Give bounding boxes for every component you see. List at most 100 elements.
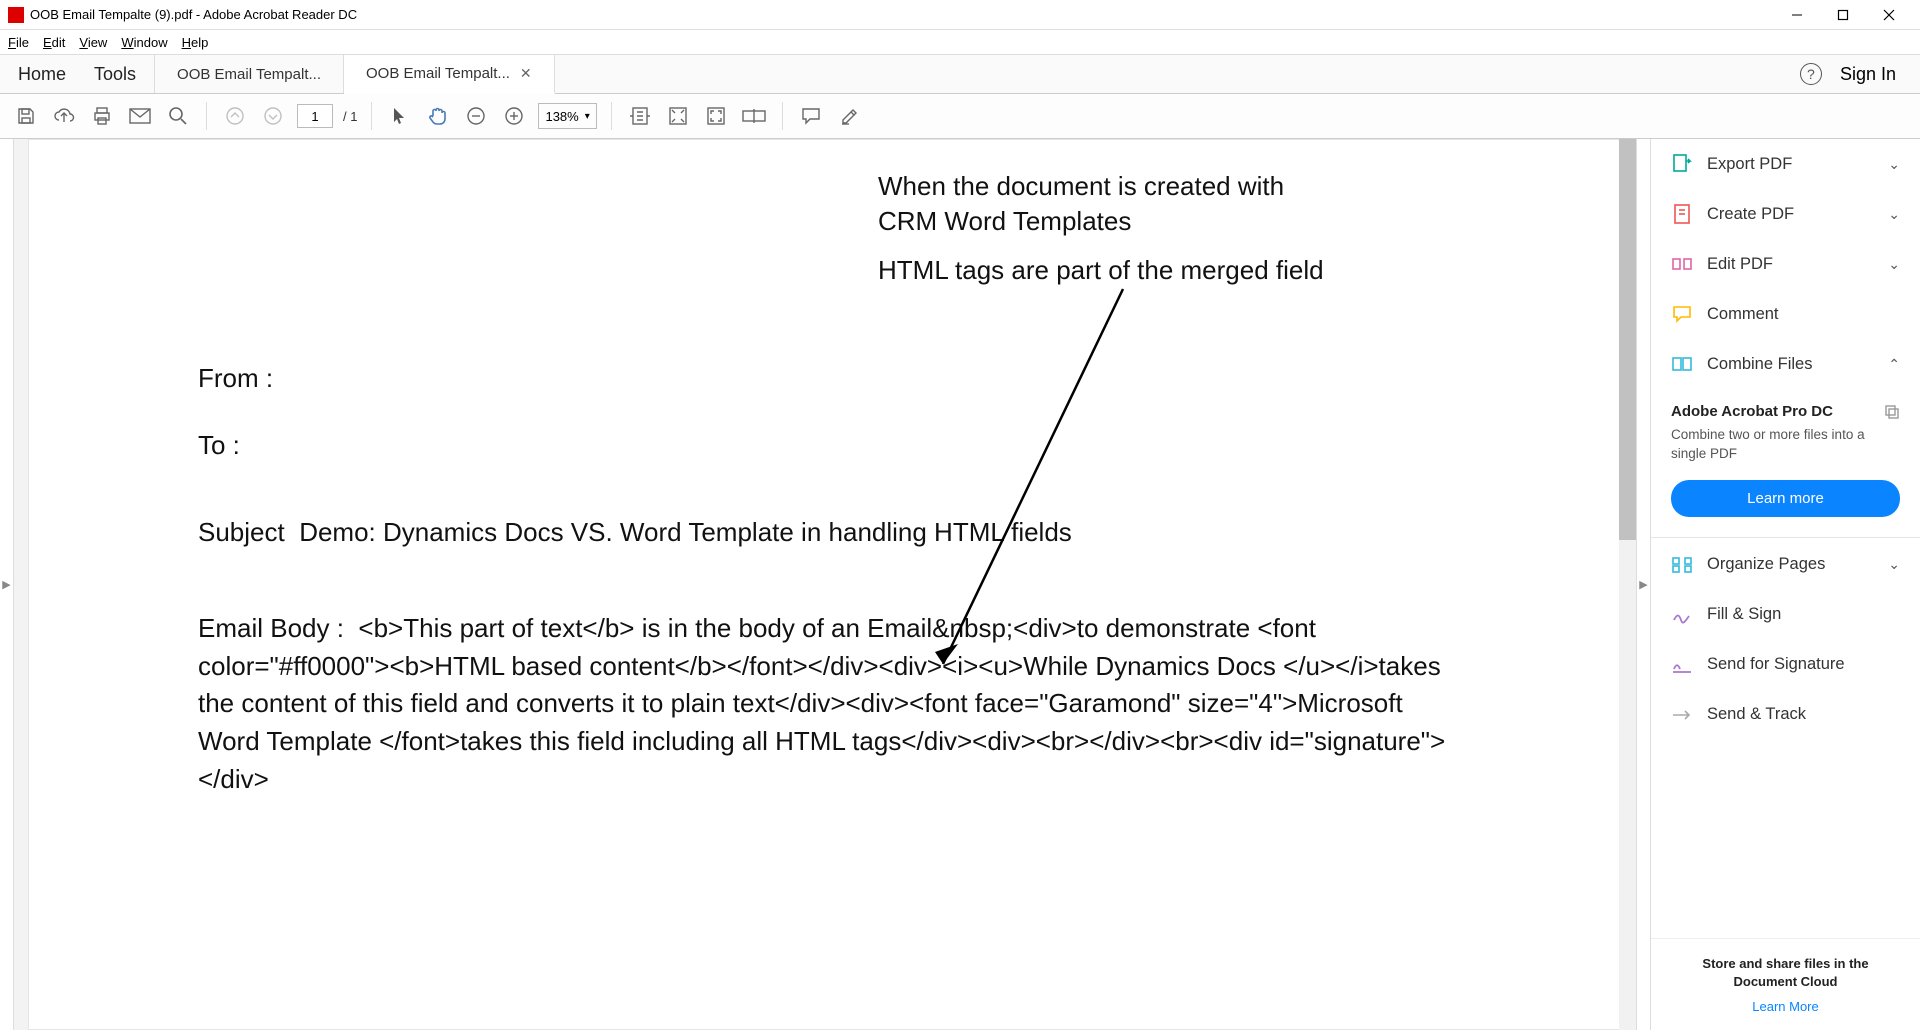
nav-row: Home Tools OOB Email Tempalt... OOB Emai… xyxy=(0,54,1920,94)
main-area: ▶ When the document is created with CRM … xyxy=(0,139,1920,1030)
sign-in-link[interactable]: Sign In xyxy=(1840,64,1896,85)
minimize-button[interactable] xyxy=(1774,0,1820,30)
menu-window[interactable]: Window xyxy=(121,35,167,50)
help-icon[interactable]: ? xyxy=(1800,63,1822,85)
tool-label: Comment xyxy=(1707,305,1779,324)
window-titlebar: OOB Email Tempalte (9).pdf - Adobe Acrob… xyxy=(0,0,1920,30)
zoom-value: 138% xyxy=(545,109,578,124)
page-number-input[interactable] xyxy=(297,104,333,128)
body-label: Email Body : xyxy=(198,613,344,643)
fit-width-icon[interactable] xyxy=(626,102,654,130)
learn-more-button[interactable]: Learn more xyxy=(1671,480,1900,517)
promo-title-row: Adobe Acrobat Pro DC xyxy=(1671,403,1900,420)
send-signature-icon xyxy=(1671,654,1693,676)
document-page: When the document is created with CRM Wo… xyxy=(28,139,1622,1030)
window-title: OOB Email Tempalte (9).pdf - Adobe Acrob… xyxy=(30,7,1774,22)
document-viewport[interactable]: When the document is created with CRM Wo… xyxy=(14,139,1636,1030)
page-down-icon[interactable] xyxy=(259,102,287,130)
zoom-select[interactable]: 138% ▾ xyxy=(538,103,596,129)
email-icon[interactable] xyxy=(126,102,154,130)
nav-right: ? Sign In xyxy=(1776,55,1920,93)
chevron-up-icon: ⌃ xyxy=(1888,356,1900,373)
toolbar-separator xyxy=(371,102,372,130)
tool-edit-pdf[interactable]: Edit PDF ⌄ xyxy=(1651,239,1920,289)
read-mode-icon[interactable] xyxy=(740,102,768,130)
tool-label: Send for Signature xyxy=(1707,655,1845,674)
toolbar-separator xyxy=(611,102,612,130)
cloud-upload-icon[interactable] xyxy=(50,102,78,130)
menu-help[interactable]: Help xyxy=(182,35,209,50)
zoom-out-icon[interactable] xyxy=(462,102,490,130)
nav-fixed: Home Tools xyxy=(0,55,155,93)
tab-close-icon[interactable]: ✕ xyxy=(520,65,532,82)
right-panel-handle[interactable]: ▶ xyxy=(1636,139,1650,1030)
tool-label: Fill & Sign xyxy=(1707,605,1781,624)
document-tab-1[interactable]: OOB Email Tempalt... xyxy=(155,55,344,93)
tool-send-signature[interactable]: Send for Signature xyxy=(1651,640,1920,690)
annotation-line2: CRM Word Templates xyxy=(878,204,1324,239)
fill-sign-icon xyxy=(1671,604,1693,626)
nav-tools[interactable]: Tools xyxy=(94,64,136,85)
tool-organize-pages[interactable]: Organize Pages ⌄ xyxy=(1651,540,1920,590)
annotation-block: When the document is created with CRM Wo… xyxy=(878,169,1324,288)
tab-label: OOB Email Tempalt... xyxy=(177,66,321,83)
tool-label: Edit PDF xyxy=(1707,255,1773,274)
window-controls xyxy=(1774,0,1912,30)
fullscreen-icon[interactable] xyxy=(702,102,730,130)
close-button[interactable] xyxy=(1866,0,1912,30)
tools-panel: Export PDF ⌄ Create PDF ⌄ Edit PDF ⌄ Com… xyxy=(1650,139,1920,1030)
page-total-label: / 1 xyxy=(343,109,357,124)
tool-combine-files[interactable]: Combine Files ⌃ xyxy=(1651,339,1920,389)
app-icon xyxy=(8,7,24,23)
tool-export-pdf[interactable]: Export PDF ⌄ xyxy=(1651,139,1920,189)
print-icon[interactable] xyxy=(88,102,116,130)
tool-label: Export PDF xyxy=(1707,155,1792,174)
menu-file[interactable]: File xyxy=(8,35,29,50)
tool-comment[interactable]: Comment xyxy=(1651,289,1920,339)
nav-home[interactable]: Home xyxy=(18,64,66,85)
document-tab-2[interactable]: OOB Email Tempalt... ✕ xyxy=(344,55,555,94)
footer-learn-more-link[interactable]: Learn More xyxy=(1671,999,1900,1014)
tool-label: Combine Files xyxy=(1707,355,1812,374)
footer-text: Store and share files in the Document Cl… xyxy=(1671,955,1900,991)
toolbar-separator xyxy=(206,102,207,130)
fit-page-icon[interactable] xyxy=(664,102,692,130)
page-up-icon[interactable] xyxy=(221,102,249,130)
chevron-down-icon: ⌄ xyxy=(1888,556,1900,573)
panel-separator xyxy=(1651,537,1920,538)
annotation-arrow xyxy=(923,284,1143,684)
search-icon[interactable] xyxy=(164,102,192,130)
chevron-down-icon: ⌄ xyxy=(1888,206,1900,223)
combine-files-icon xyxy=(1671,353,1693,375)
zoom-in-icon[interactable] xyxy=(500,102,528,130)
chevron-down-icon: ▾ xyxy=(585,111,590,122)
maximize-button[interactable] xyxy=(1820,0,1866,30)
tool-label: Send & Track xyxy=(1707,705,1806,724)
tool-label: Create PDF xyxy=(1707,205,1794,224)
subject-label: Subject xyxy=(198,517,285,547)
save-icon[interactable] xyxy=(12,102,40,130)
left-panel-handle[interactable]: ▶ xyxy=(0,139,14,1030)
comment-icon xyxy=(1671,303,1693,325)
menu-edit[interactable]: Edit xyxy=(43,35,65,50)
toolbar-separator xyxy=(782,102,783,130)
tool-create-pdf[interactable]: Create PDF ⌄ xyxy=(1651,189,1920,239)
annotation-line1: When the document is created with xyxy=(878,169,1324,204)
vertical-scrollbar[interactable] xyxy=(1619,139,1636,1030)
tool-fill-sign[interactable]: Fill & Sign xyxy=(1651,590,1920,640)
tool-send-track[interactable]: Send & Track xyxy=(1651,690,1920,740)
scrollbar-thumb[interactable] xyxy=(1619,139,1636,540)
from-field: From : xyxy=(198,359,1452,398)
tool-label: Organize Pages xyxy=(1707,555,1825,574)
menu-view[interactable]: View xyxy=(79,35,107,50)
body-text: <b>This part of text</b> is in the body … xyxy=(198,613,1445,794)
create-pdf-icon xyxy=(1671,203,1693,225)
comment-speech-icon[interactable] xyxy=(797,102,825,130)
document-content: From : To : Subject Demo: Dynamics Docs … xyxy=(198,359,1452,798)
chevron-down-icon: ⌄ xyxy=(1888,256,1900,273)
hand-tool-icon[interactable] xyxy=(424,102,452,130)
send-track-icon xyxy=(1671,704,1693,726)
panel-footer: Store and share files in the Document Cl… xyxy=(1651,938,1920,1030)
highlight-icon[interactable] xyxy=(835,102,863,130)
select-tool-icon[interactable] xyxy=(386,102,414,130)
